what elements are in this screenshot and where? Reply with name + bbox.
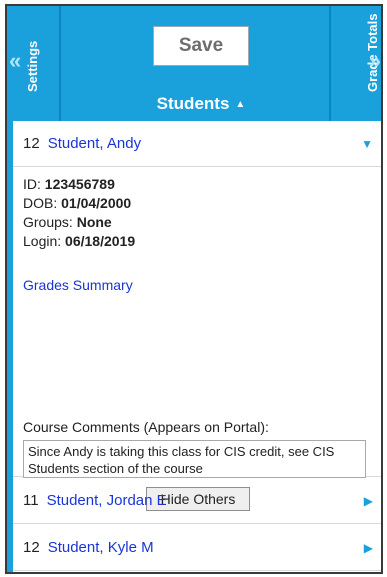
student-name-link[interactable]: Student, Kyle M [48, 539, 154, 556]
settings-tab-label: Settings [25, 40, 40, 92]
collapse-arrow-icon[interactable]: ▼ [361, 137, 373, 151]
student-name-link[interactable]: Student, Andy [48, 135, 141, 152]
course-comments-field[interactable]: Since Andy is taking this class for CIS … [23, 440, 366, 478]
student-row-jordan[interactable]: 11 Student, Jordan E ▶ [13, 478, 381, 524]
student-row-andy[interactable]: 12 Student, Andy ▼ [13, 121, 381, 167]
gradebook-panel: « Settings Save Students ▲ Grade Totals »… [5, 4, 383, 574]
id-value: 123456789 [44, 176, 115, 192]
student-row-kyle[interactable]: 12 Student, Kyle M ▶ [13, 525, 381, 571]
students-sort-header[interactable]: Students ▲ [127, 94, 275, 114]
save-button[interactable]: Save [153, 26, 249, 66]
login-value: 06/18/2019 [65, 233, 136, 249]
sort-up-icon: ▲ [235, 99, 246, 110]
student-grade: 12 [23, 539, 40, 556]
student-list: 12 Student, Andy ▼ ID: 123456789 DOB: 01… [7, 121, 381, 572]
students-header-label: Students [156, 94, 230, 113]
grade-totals-tab[interactable]: Grade Totals » [329, 6, 381, 121]
groups-label: Groups: [23, 214, 73, 230]
student-grade: 11 [23, 492, 39, 509]
student-details: ID: 123456789 DOB: 01/04/2000 Groups: No… [13, 167, 381, 511]
student-grade: 12 [23, 135, 40, 152]
expand-arrow-icon[interactable]: ▶ [364, 541, 373, 555]
groups-line: Groups: None [23, 213, 381, 232]
dob-value: 01/04/2000 [61, 195, 132, 211]
dob-label: DOB: [23, 195, 58, 211]
id-label: ID: [23, 176, 41, 192]
panel-header: « Settings Save Students ▲ Grade Totals » [7, 6, 381, 121]
login-label: Login: [23, 233, 62, 249]
grades-summary-link[interactable]: Grades Summary [23, 277, 133, 293]
id-line: ID: 123456789 [23, 175, 381, 194]
course-comments-label: Course Comments (Appears on Portal): [23, 419, 269, 435]
groups-value: None [76, 214, 112, 230]
expand-arrow-icon[interactable]: ▶ [364, 494, 373, 508]
divider [59, 6, 61, 121]
chevron-right-icon[interactable]: » [369, 50, 381, 72]
dob-line: DOB: 01/04/2000 [23, 194, 381, 213]
chevron-left-icon[interactable]: « [9, 50, 21, 72]
student-name-link[interactable]: Student, Jordan E [47, 492, 167, 509]
settings-tab[interactable]: « Settings [7, 6, 59, 121]
login-line: Login: 06/18/2019 [23, 232, 381, 251]
